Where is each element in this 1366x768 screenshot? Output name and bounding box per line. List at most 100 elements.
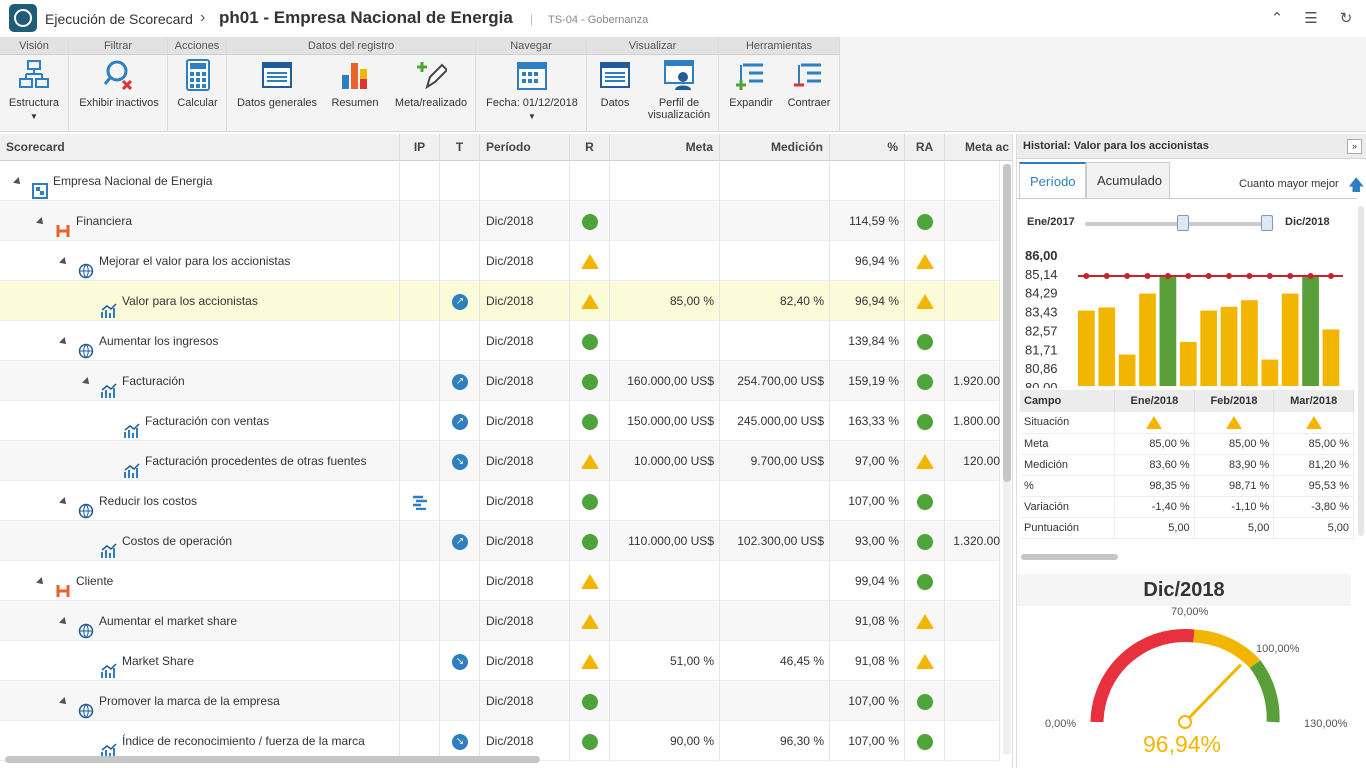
app-title[interactable]: Ejecución de Scorecard [45,11,193,27]
row-name[interactable]: Cliente [36,561,113,601]
history-bar[interactable] [1139,293,1156,386]
collapse-panel-icon[interactable]: » [1347,139,1362,154]
history-bar[interactable] [1241,300,1258,386]
row-name[interactable]: Empresa Nacional de Energia [13,161,212,201]
table-row[interactable]: Empresa Nacional de Energia [0,161,1000,201]
col-r[interactable]: R [570,134,610,161]
history-bar[interactable] [1261,359,1279,386]
refresh-icon[interactable]: ↻ [1337,10,1355,28]
table-row[interactable]: Valor para los accionistas ↗ Dic/2018 85,00… [0,281,1000,321]
col-ra[interactable]: RA [905,134,945,161]
contraer-button[interactable]: Contraer [783,59,835,109]
expand-triangle-icon[interactable] [59,496,69,507]
row-name[interactable]: Financiera [36,201,132,241]
history-bar[interactable] [1220,306,1238,386]
target-point[interactable] [1226,273,1233,279]
target-point[interactable] [1185,273,1192,279]
target-point[interactable] [1144,273,1151,279]
datos-button[interactable]: Datos [593,59,637,109]
expand-triangle-icon[interactable] [59,696,69,707]
table-row[interactable]: Market Share ↘ Dic/2018 51,00 % 46,45 % 91,08… [0,641,1000,681]
table-row[interactable]: Promover la marca de la empresa Dic/2018 1… [0,681,1000,721]
table-row[interactable]: Reducir los costos Dic/2018 107,00 % [0,481,1000,521]
col-medicion[interactable]: Medición [720,134,830,161]
target-point[interactable] [1124,273,1131,279]
table-row[interactable]: Financiera Dic/2018 114,59 % [0,201,1000,241]
col-periodo[interactable]: Período [480,134,570,161]
estructura-button[interactable]: Estructura ▼ [4,59,64,123]
target-point[interactable] [1205,273,1212,279]
row-name[interactable]: Aumentar los ingresos [59,321,218,361]
history-bar[interactable] [1098,307,1116,386]
tab-periodo[interactable]: Período [1019,162,1086,198]
col-meta[interactable]: Meta [610,134,720,161]
table-row[interactable]: Facturación con ventas ↗ Dic/2018 150.000,0… [0,401,1000,441]
target-point[interactable] [1266,273,1273,279]
row-name[interactable]: Índice de reconocimiento / fuerza de la … [83,721,365,761]
expand-triangle-icon[interactable] [36,216,46,227]
history-bar[interactable] [1159,276,1177,386]
expand-triangle-icon[interactable] [59,256,69,267]
calcular-button[interactable]: Calcular [172,59,223,109]
row-name[interactable]: Promover la marca de la empresa [59,681,280,721]
expand-triangle-icon[interactable] [59,336,69,347]
target-point[interactable] [1246,273,1253,279]
target-point[interactable] [1327,273,1334,279]
slider-start-handle[interactable] [1177,215,1189,231]
fecha-button[interactable]: Fecha: 01/12/2018 ▼ [480,59,584,123]
row-name[interactable]: Reducir los costos [59,481,197,521]
history-bar[interactable] [1118,354,1136,386]
history-bar[interactable] [1302,276,1319,386]
app-logo-icon[interactable] [9,4,37,32]
grid-vertical-scrollbar[interactable] [1003,164,1011,482]
expand-triangle-icon[interactable] [36,576,46,587]
row-name[interactable]: Market Share [83,641,194,681]
datos-generales-button[interactable]: Datos generales [233,59,321,109]
target-point[interactable] [1083,273,1090,279]
col-pct[interactable]: % [830,134,905,161]
expand-triangle-icon[interactable] [59,616,69,627]
table-row[interactable]: Aumentar los ingresos Dic/2018 139,84 % [0,321,1000,361]
resumen-button[interactable]: Resumen [327,59,383,109]
col-t[interactable]: T [440,134,480,161]
col-scorecard[interactable]: Scorecard [0,134,400,161]
target-point[interactable] [1307,273,1314,279]
history-bar[interactable] [1281,293,1299,386]
table-row[interactable]: Costos de operación ↗ Dic/2018 110.000,00 U… [0,521,1000,561]
expandir-button[interactable]: Expandir [725,59,777,109]
meta-realizado-button[interactable]: Meta/realizado [391,59,471,109]
row-name[interactable]: Facturación con ventas [106,401,269,441]
grid-horizontal-scrollbar[interactable] [5,756,540,763]
expand-triangle-icon[interactable] [13,176,23,187]
row-name[interactable]: Valor para los accionistas [83,281,258,321]
table-row[interactable]: Aumentar el market share Dic/2018 91,08 % [0,601,1000,641]
target-point[interactable] [1287,273,1294,279]
table-row[interactable]: Cliente Dic/2018 99,04 % [0,561,1000,601]
table-row[interactable]: Índice de reconocimiento / fuerza de la … [0,721,1000,761]
row-name[interactable]: Facturación [82,361,185,401]
history-bar[interactable] [1200,310,1218,386]
perfil-visualizacion-button[interactable]: Perfil de visualización [643,59,715,121]
slider-end-handle[interactable] [1261,215,1273,231]
history-bar[interactable] [1078,310,1095,386]
table-row[interactable]: Mejorar el valor para los accionistas Dic… [0,241,1000,281]
row-name[interactable]: Mejorar el valor para los accionistas [59,241,290,281]
history-bar[interactable] [1322,329,1340,386]
tab-acumulado[interactable]: Acumulado [1086,162,1170,198]
row-name[interactable]: Aumentar el market share [59,601,237,641]
expand-triangle-icon[interactable] [82,376,92,387]
history-bar[interactable] [1179,342,1197,386]
target-point[interactable] [1103,273,1110,279]
col-meta-acumulada[interactable]: Meta ac [945,134,1012,161]
row-name[interactable]: Costos de operación [83,521,232,561]
col-ip[interactable]: IP [400,134,440,161]
exhibir-inactivos-button[interactable]: Exhibir inactivos [74,59,164,109]
panel-horizontal-scrollbar[interactable] [1021,554,1118,560]
row-name[interactable]: Facturación procedentes de otras fuentes [106,441,366,481]
table-row[interactable]: Facturación ↗ Dic/2018 160.000,00 US$ 254.70… [0,361,1000,401]
table-row[interactable]: Facturación procedentes de otras fuentes… [0,441,1000,481]
target-point[interactable] [1164,273,1171,279]
collapse-up-icon[interactable]: ⌃ [1268,10,1286,28]
panel-vertical-scrollbar[interactable] [1358,206,1364,536]
list-menu-icon[interactable]: ☰ [1302,10,1320,28]
